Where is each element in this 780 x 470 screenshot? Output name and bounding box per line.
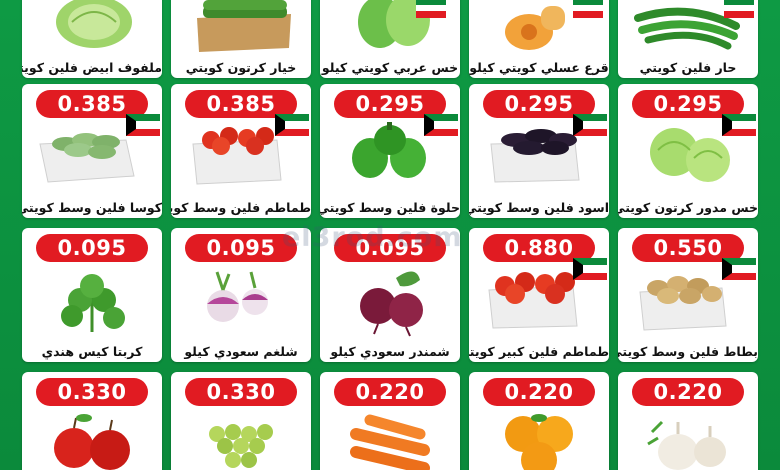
kuwait-flag-icon: [722, 114, 756, 136]
product-card[interactable]: خس عربي كويتي كيلو: [320, 0, 460, 78]
watermark: el3rod.com: [282, 222, 463, 253]
orange-icon: [505, 414, 573, 470]
product-card[interactable]: 0.330: [171, 372, 311, 470]
product-card[interactable]: 0.095 كربتا كيس هندي: [22, 228, 162, 362]
product-name: شمندر سعودي كيلو: [330, 344, 450, 359]
product-name: قرع عسلي كويتي كيلو: [469, 60, 609, 75]
kuwait-flag-icon: [126, 114, 160, 136]
carrot-icon: [350, 414, 430, 470]
product-card[interactable]: 0.220: [320, 372, 460, 470]
garlic-icon: [647, 420, 726, 470]
green-pepper-icon: [352, 122, 426, 178]
product-card[interactable]: 0.295 حلوة فلين وسط كويتي: [320, 84, 460, 218]
red-apple-icon: [54, 414, 130, 470]
product-card[interactable]: 0.220: [469, 372, 609, 470]
product-card[interactable]: 0.220: [618, 372, 758, 470]
product-name: طماطم فلين وسط كويتي: [171, 200, 311, 215]
product-name: كربتا كيس هندي: [41, 344, 143, 359]
tomato-box-icon: [488, 272, 578, 329]
product-card[interactable]: 0.385 طماطم فلين وسط كويتي: [171, 84, 311, 218]
potato-box-icon: [639, 276, 727, 331]
product-card[interactable]: حار فلين كويتي: [618, 0, 758, 78]
product-card[interactable]: 0.550 بطاط فلين وسط كويتي: [618, 228, 758, 362]
product-name: حار فلين كويتي: [639, 60, 737, 75]
product-name: كوسا فلين وسط كويتي: [22, 200, 162, 215]
product-card[interactable]: 0.880 طماطم فلين كبير كويتي: [469, 228, 609, 362]
eggplant-box-icon: [490, 129, 580, 183]
product-card[interactable]: 0.330: [22, 372, 162, 470]
product-name: بطاط فلين وسط كويتي: [618, 344, 758, 359]
product-card[interactable]: ملفوف ابيض فلين كويتي: [22, 0, 162, 78]
product-name: حلوة فلين وسط كويتي: [320, 200, 460, 215]
product-name: شلغم سعودي كيلو: [184, 344, 298, 359]
green-grapes-icon: [209, 424, 273, 468]
product-card[interactable]: 0.295 خس مدور كرتون كويتي: [618, 84, 758, 218]
parsley-icon: [61, 274, 125, 332]
kuwait-flag-icon: [573, 258, 607, 280]
product-name: طماطم فلين كبير كويتي: [469, 344, 609, 359]
iceberg-lettuce-icon: [650, 128, 730, 182]
product-card[interactable]: خيار كرتون كويتي: [171, 0, 311, 78]
product-name: خيار كرتون كويتي: [185, 60, 297, 75]
product-name: خس عربي كويتي كيلو: [321, 60, 459, 75]
kuwait-flag-icon: [573, 114, 607, 136]
kuwait-flag-icon: [722, 258, 756, 280]
tomato-box-icon: [192, 127, 282, 185]
kuwait-flag-icon: [275, 114, 309, 136]
product-card[interactable]: 0.385 كوسا فلين وسط كويتي: [22, 84, 162, 218]
product-card[interactable]: 0.295 اسود فلين وسط كويتي: [469, 84, 609, 218]
product-name: خس مدور كرتون كويتي: [618, 200, 758, 215]
kuwait-flag-icon: [424, 114, 458, 136]
product-card[interactable]: قرع عسلي كويتي كيلو: [469, 0, 609, 78]
zucchini-box-icon: [39, 133, 135, 183]
product-name: اسود فلين وسط كويتي: [469, 200, 609, 215]
product-name: ملفوف ابيض فلين كويتي: [22, 60, 162, 75]
